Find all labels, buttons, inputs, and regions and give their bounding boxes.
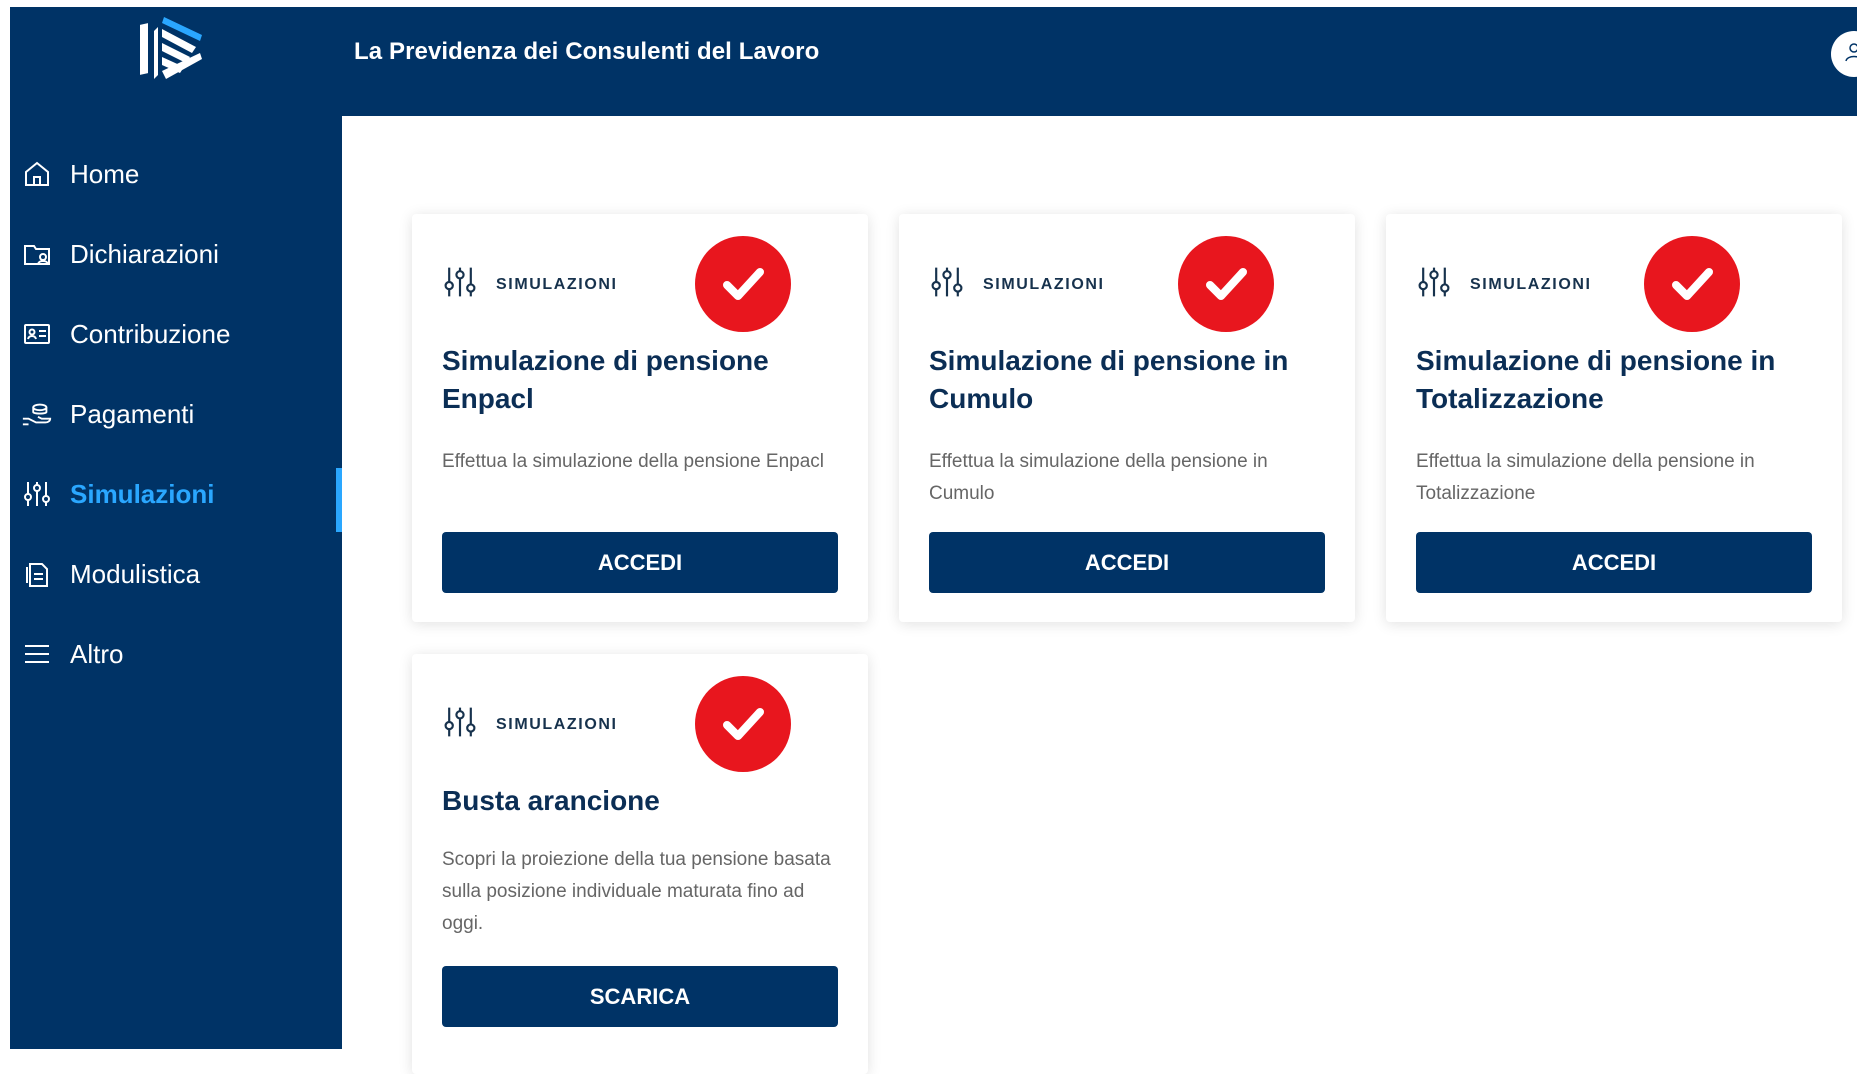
card-description: Effettua la simulazione della pensione i… (929, 451, 1268, 504)
card-description: Effettua la simulazione della pensione i… (1416, 451, 1755, 504)
card-category-label: SIMULAZIONI (1470, 275, 1592, 293)
main-content: SIMULAZIONI Simulazione di pensione Enpa… (342, 116, 1857, 1074)
card-category-label: SIMULAZIONI (496, 275, 618, 293)
sidebar-item-contribuzione[interactable]: Contribuzione (10, 294, 342, 374)
id-card-icon (21, 318, 53, 350)
sidebar-nav: Home Dichiarazioni Contribuzione Pagamen… (10, 134, 342, 694)
logo[interactable] (130, 13, 214, 97)
card-description: Scopri la proiezione della tua pensione … (442, 849, 831, 934)
sidebar-item-home[interactable]: Home (10, 134, 342, 214)
user-account-button[interactable] (1831, 31, 1857, 77)
accedi-button[interactable]: ACCEDI (442, 532, 838, 593)
folder-user-icon (21, 238, 53, 270)
simulation-card-enpacl: SIMULAZIONI Simulazione di pensione Enpa… (412, 214, 868, 622)
sliders-icon (929, 264, 965, 305)
card-title: Simulazione di pensione in Totalizzazion… (1416, 345, 1776, 414)
sidebar-item-pagamenti[interactable]: Pagamenti (10, 374, 342, 454)
sidebar-item-label: Dichiarazioni (70, 238, 219, 269)
simulation-card-cumulo: SIMULAZIONI Simulazione di pensione in C… (899, 214, 1355, 622)
card-category: SIMULAZIONI (929, 264, 1105, 305)
card-category: SIMULAZIONI (1416, 264, 1592, 305)
window-frame-left (0, 0, 10, 1049)
card-category-label: SIMULAZIONI (983, 275, 1105, 293)
hand-coins-icon (21, 398, 53, 430)
simulation-card-totalizzazione: SIMULAZIONI Simulazione di pensione in T… (1386, 214, 1842, 622)
card-category-label: SIMULAZIONI (496, 715, 618, 733)
sidebar-item-altro[interactable]: Altro (10, 614, 342, 694)
sidebar-item-modulistica[interactable]: Modulistica (10, 534, 342, 614)
home-icon (21, 158, 53, 190)
card-title: Busta arancione (442, 785, 660, 816)
sliders-icon (1416, 264, 1452, 305)
check-icon (1178, 236, 1274, 332)
sliders-icon (442, 264, 478, 305)
sidebar: Home Dichiarazioni Contribuzione Pagamen… (10, 7, 342, 1049)
page-title: La Previdenza dei Consulenti del Lavoro (354, 38, 820, 65)
card-category: SIMULAZIONI (442, 704, 618, 745)
check-icon (695, 676, 791, 772)
check-icon (695, 236, 791, 332)
card-title: Simulazione di pensione in Cumulo (929, 345, 1289, 414)
sliders-icon (21, 478, 53, 510)
scarica-button[interactable]: SCARICA (442, 966, 838, 1027)
sidebar-item-simulazioni[interactable]: Simulazioni (10, 454, 342, 534)
sidebar-item-label: Contribuzione (70, 318, 231, 349)
user-icon (1842, 40, 1857, 69)
simulation-card-busta-arancione: SIMULAZIONI Busta arancione Scopri la pr… (412, 654, 868, 1074)
sidebar-item-label: Modulistica (70, 558, 201, 589)
sidebar-item-label: Simulazioni (70, 478, 215, 509)
sidebar-item-label: Home (70, 158, 140, 189)
menu-icon (21, 638, 53, 670)
card-title: Simulazione di pensione Enpacl (442, 345, 769, 414)
sidebar-item-dichiarazioni[interactable]: Dichiarazioni (10, 214, 342, 294)
sliders-icon (442, 704, 478, 745)
accedi-button[interactable]: ACCEDI (929, 532, 1325, 593)
document-icon (21, 558, 53, 590)
top-header: La Previdenza dei Consulenti del Lavoro (342, 7, 1857, 116)
card-category: SIMULAZIONI (442, 264, 618, 305)
check-icon (1644, 236, 1740, 332)
accedi-button[interactable]: ACCEDI (1416, 532, 1812, 593)
sidebar-item-label: Altro (70, 638, 124, 669)
sidebar-item-label: Pagamenti (70, 398, 195, 429)
window-frame-top (0, 0, 1857, 7)
card-description: Effettua la simulazione della pensione E… (442, 451, 825, 472)
